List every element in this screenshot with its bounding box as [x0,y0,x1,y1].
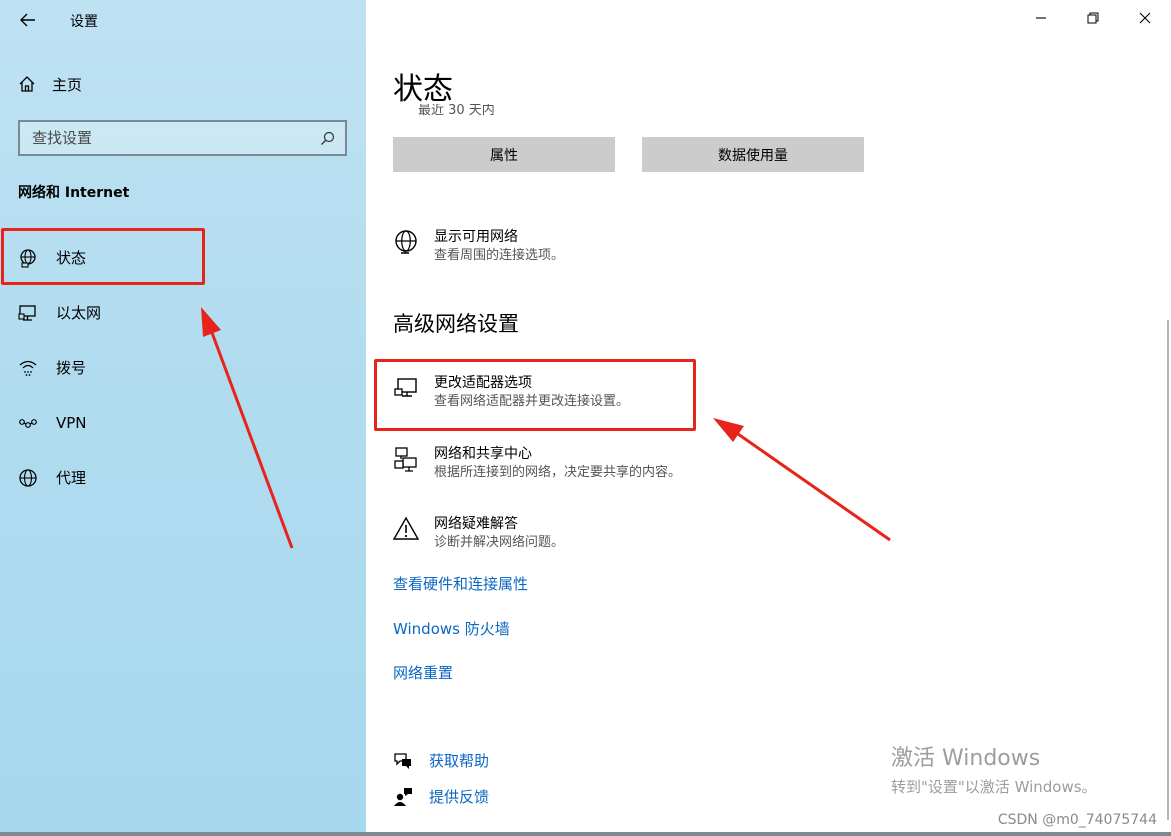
sidebar: 设置 主页 网络和 Internet 状态 以太网 拨号 [0,0,366,836]
home-label: 主页 [52,75,83,94]
sidebar-item-label: VPN [56,413,87,432]
page-title: 状态 [393,72,453,107]
highlight-box-status [1,228,205,285]
partial-text: 最近 30 天内 [418,104,495,118]
minimize-icon [1036,17,1046,19]
help-chat-icon [394,752,411,769]
troubleshoot-option[interactable]: 网络疑难解答 诊断并解决网络问题。 [393,514,564,552]
sidebar-item-ethernet[interactable]: 以太网 [0,285,366,340]
sidebar-item-proxy[interactable]: 代理 [0,450,366,505]
option-title: 网络和共享中心 [434,446,532,462]
feedback-link[interactable]: 提供反馈 [393,786,489,807]
section-title: 网络和 Internet [18,185,130,201]
activation-line1: 激活 Windows [891,746,1041,771]
sidebar-item-dialup[interactable]: 拨号 [0,340,366,395]
back-button[interactable] [14,6,42,34]
home-nav-item[interactable]: 主页 [18,72,82,96]
home-icon [19,76,35,92]
sidebar-item-label: 代理 [56,469,87,487]
sidebar-item-label: 以太网 [56,304,102,322]
data-usage-button[interactable]: 数据使用量 [642,137,864,172]
feedback-label: 提供反馈 [429,788,490,806]
search-input[interactable] [32,129,320,147]
ethernet-icon [18,303,38,323]
advanced-settings-title: 高级网络设置 [393,312,519,336]
feedback-icon [394,787,412,806]
app-title: 设置 [70,14,98,30]
hardware-properties-link[interactable]: 查看硬件和连接属性 [393,573,528,594]
csdn-watermark: CSDN @m0_74075744 [997,812,1157,828]
show-networks-option[interactable]: 显示可用网络 查看周围的连接选项。 [393,227,564,265]
get-help-link[interactable]: 获取帮助 [393,750,489,771]
vpn-icon [18,413,38,433]
sharing-center-icon [393,444,419,474]
search-icon[interactable] [320,131,335,146]
search-box[interactable] [18,120,347,156]
sidebar-item-label: 拨号 [56,359,87,377]
minimize-button[interactable] [1015,0,1067,36]
sidebar-item-vpn[interactable]: VPN [0,395,366,450]
close-button[interactable] [1119,0,1171,36]
globe-network-icon [393,227,419,257]
network-reset-link[interactable]: 网络重置 [393,662,453,683]
properties-button[interactable]: 属性 [393,137,615,172]
firewall-link[interactable]: Windows 防火墙 [393,618,510,639]
option-desc: 诊断并解决网络问题。 [434,535,565,550]
scrollbar[interactable] [1167,320,1169,820]
window-controls [1015,0,1171,36]
partial-scrolled-text: 最近 30 天内 [397,104,597,118]
dialup-icon [18,358,38,378]
activation-watermark: 激活 Windows 转到"设置"以激活 Windows。 [891,740,1097,797]
main-content: 状态 最近 30 天内 属性 数据使用量 显示可用网络 查看周围的连接选项。 高… [366,0,1171,836]
sharing-center-option[interactable]: 网络和共享中心 根据所连接到的网络，决定要共享的内容。 [393,444,681,482]
restore-icon [1087,12,1099,24]
warning-icon [393,514,419,544]
option-desc: 根据所连接到的网络，决定要共享的内容。 [434,465,682,480]
close-icon [1139,12,1151,24]
option-title: 网络疑难解答 [434,516,518,532]
activation-line2: 转到"设置"以激活 Windows。 [891,778,1097,796]
bottom-border [0,832,1171,836]
globe-icon [18,468,38,488]
option-title: 显示可用网络 [434,229,518,245]
option-desc: 查看周围的连接选项。 [434,248,565,263]
restore-button[interactable] [1067,0,1119,36]
back-arrow-icon [20,13,35,27]
help-label: 获取帮助 [429,752,490,770]
title-bar: 设置 [0,0,366,40]
highlight-box-adapter [374,359,696,431]
